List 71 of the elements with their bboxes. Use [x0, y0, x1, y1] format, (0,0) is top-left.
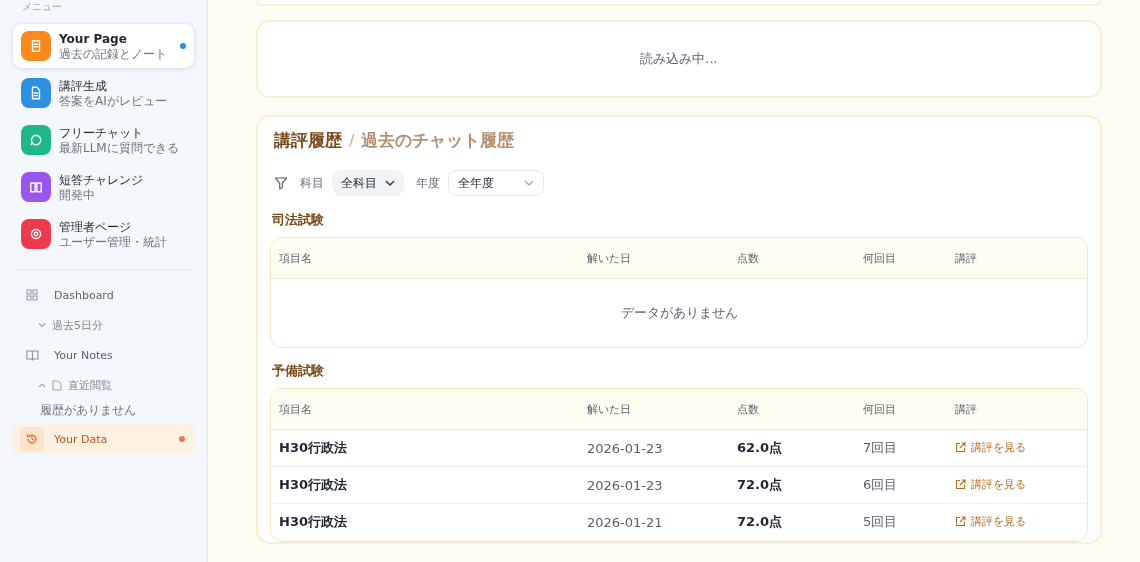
- menu-item[interactable]: 管理者ページ ユーザー管理・統計: [12, 211, 195, 257]
- column-header: 何回目: [863, 401, 897, 417]
- view-review-link[interactable]: 講評を見る: [955, 477, 1026, 492]
- nav-item[interactable]: Your Data: [12, 424, 195, 454]
- menu-item-title: 管理者ページ: [59, 218, 132, 235]
- table-cell-text: H30行政法: [279, 476, 348, 494]
- menu-item-title: フリーチャット: [59, 124, 144, 141]
- title-separator: /: [349, 131, 355, 150]
- loading-text: 読み込み中...: [640, 50, 718, 68]
- menu-item-title: 短答チャレンジ: [59, 171, 144, 188]
- column-header: 講評: [955, 401, 978, 417]
- nav-item-label: Your Notes: [54, 348, 114, 362]
- table-cell-text: H30行政法: [279, 513, 348, 531]
- external-link-icon: [955, 442, 966, 453]
- column-header: 項目名: [279, 401, 313, 417]
- view-review-link[interactable]: 講評を見る: [955, 440, 1026, 455]
- grid-icon: [26, 289, 38, 301]
- external-link-icon: [955, 516, 966, 527]
- view-review-link[interactable]: 講評を見る: [955, 514, 1026, 529]
- chevron-icon: [524, 180, 534, 186]
- table-cell-text: 7回目: [863, 439, 899, 457]
- history-title: 講評履歴: [274, 129, 342, 152]
- filter-label: 年度: [416, 174, 440, 192]
- nav-subitem[interactable]: 過去5日分: [12, 310, 195, 340]
- menu-item-subtitle: 過去の記録とノート: [59, 46, 168, 62]
- filter-dropdown[interactable]: 全科目: [332, 170, 404, 196]
- table-cell-text: 2026-01-23: [587, 440, 664, 456]
- empty-history-text: 履歴がありません: [39, 402, 137, 419]
- menu-item-subtitle: 最新LLMに質問できる: [59, 140, 180, 156]
- column-header: 講評: [955, 250, 978, 266]
- menu-item-title: Your Page: [59, 30, 128, 47]
- book-icon: [25, 349, 39, 361]
- nav-item-label: Your Data: [54, 432, 109, 446]
- empty-table-text: データがありません: [619, 304, 739, 322]
- history-icon: [26, 433, 38, 445]
- file-icon: [52, 379, 62, 391]
- nav-subitem[interactable]: 直近閲覧: [12, 370, 195, 400]
- menu-item-subtitle: 答案をAIがレビュー: [59, 93, 168, 109]
- column-header: 解いた日: [587, 401, 632, 417]
- filter-icon: [274, 176, 288, 190]
- menu-item[interactable]: 短答チャレンジ 開発中: [12, 164, 195, 210]
- column-header: 項目名: [279, 250, 313, 266]
- column-header: 点数: [737, 250, 760, 266]
- history-subtitle: 過去のチャット履歴: [361, 129, 515, 152]
- table-cell-text: 2026-01-23: [587, 477, 664, 493]
- filter-label: 科目: [300, 174, 324, 192]
- column-header: 点数: [737, 401, 760, 417]
- menu-item[interactable]: Your Page 過去の記録とノート: [12, 23, 195, 69]
- menu-item-subtitle: ユーザー管理・統計: [59, 234, 168, 250]
- table-cell-text: 6回目: [863, 476, 899, 494]
- column-header: 何回目: [863, 250, 897, 266]
- section-title: 予備試験: [271, 362, 325, 380]
- table-cell-text: 72.0点: [737, 476, 784, 494]
- section-title: 司法試験: [271, 211, 325, 229]
- table-cell-text: 72.0点: [737, 513, 784, 531]
- menu-label: メニュー: [21, 0, 63, 14]
- nav-item-label: Dashboard: [54, 288, 115, 302]
- nav-item[interactable]: Dashboard: [12, 280, 195, 310]
- table-cell-text: 5回目: [863, 513, 899, 531]
- menu-item-subtitle: 開発中: [59, 187, 96, 203]
- chevron-icon: [385, 180, 395, 186]
- table-cell-text: 62.0点: [737, 439, 784, 457]
- nav-item[interactable]: Your Notes: [12, 340, 195, 370]
- menu-item-title: 講評生成: [59, 77, 108, 94]
- menu-item[interactable]: フリーチャット 最新LLMに質問できる: [12, 117, 195, 163]
- table-cell-text: H30行政法: [279, 439, 348, 457]
- menu-item[interactable]: 講評生成 答案をAIがレビュー: [12, 70, 195, 116]
- external-link-icon: [955, 479, 966, 490]
- column-header: 解いた日: [587, 250, 632, 266]
- table-cell-text: 2026-01-21: [587, 514, 664, 530]
- filter-dropdown[interactable]: 全年度: [448, 170, 544, 196]
